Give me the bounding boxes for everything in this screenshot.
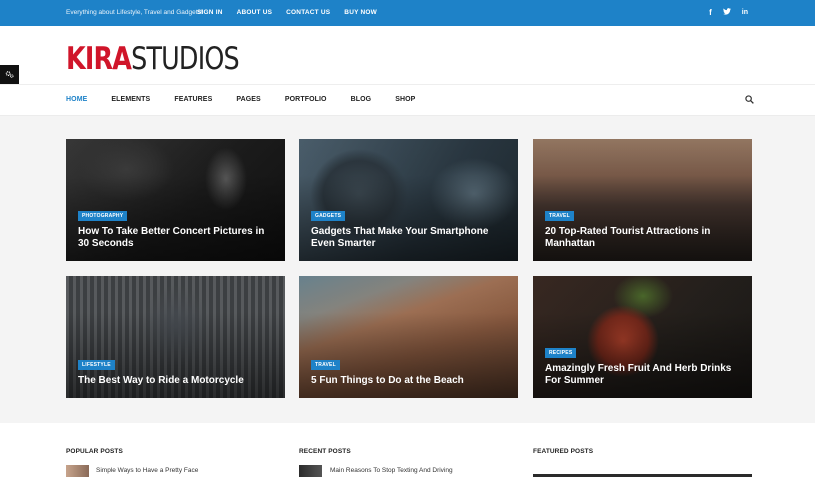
logo-part1: KIRA: [66, 41, 132, 77]
post-title[interactable]: 20 Top-Rated Tourist Attractions in Manh…: [545, 226, 745, 250]
post-title[interactable]: Gadgets That Make Your Smartphone Even S…: [311, 226, 511, 250]
post-card[interactable]: TRAVEL 20 Top-Rated Tourist Attractions …: [533, 139, 752, 261]
linkedin-icon[interactable]: in: [742, 8, 748, 17]
category-badge[interactable]: TRAVEL: [311, 360, 340, 370]
popular-post-thumb[interactable]: [66, 465, 89, 477]
search-icon[interactable]: [745, 95, 754, 104]
recent-posts-title: RECENT POSTS: [299, 448, 351, 455]
nav-item-features[interactable]: FEATURES: [174, 96, 212, 103]
popular-post-link[interactable]: Simple Ways to Have a Pretty Face: [96, 467, 198, 474]
buy-now-link[interactable]: BUY NOW: [344, 9, 377, 16]
site-header: KIRASTUDIOS HOME ELEMENTS FEATURES PAGES…: [0, 26, 815, 116]
widgets-area: POPULAR POSTS Simple Ways to Have a Pret…: [0, 423, 815, 477]
contact-us-link[interactable]: CONTACT US: [286, 9, 330, 16]
post-title[interactable]: How To Take Better Concert Pictures in 3…: [78, 226, 278, 250]
nav-item-blog[interactable]: BLOG: [351, 96, 372, 103]
featured-posts-title: FEATURED POSTS: [533, 448, 594, 455]
category-badge[interactable]: PHOTOGRAPHY: [78, 211, 128, 221]
social-links: f in: [709, 8, 748, 17]
post-card[interactable]: GADGETS Gadgets That Make Your Smartphon…: [299, 139, 518, 261]
site-logo[interactable]: KIRASTUDIOS: [66, 41, 240, 77]
top-links: SIGN IN ABOUT US CONTACT US BUY NOW: [197, 9, 377, 16]
nav-item-home[interactable]: HOME: [66, 96, 87, 103]
post-title[interactable]: 5 Fun Things to Do at the Beach: [311, 375, 511, 387]
featured-grid: PHOTOGRAPHY How To Take Better Concert P…: [66, 139, 752, 398]
category-badge[interactable]: LIFESTYLE: [78, 360, 115, 370]
sign-in-link[interactable]: SIGN IN: [197, 9, 223, 16]
facebook-icon[interactable]: f: [709, 8, 712, 17]
post-title[interactable]: Amazingly Fresh Fruit And Herb Drinks Fo…: [545, 363, 745, 387]
recent-post-link[interactable]: Main Reasons To Stop Texting And Driving: [330, 467, 453, 474]
post-card[interactable]: RECIPES Amazingly Fresh Fruit And Herb D…: [533, 276, 752, 398]
popular-posts-title: POPULAR POSTS: [66, 448, 123, 455]
nav-item-portfolio[interactable]: PORTFOLIO: [285, 96, 327, 103]
nav-item-shop[interactable]: SHOP: [395, 96, 415, 103]
top-bar: Everything about Lifestyle, Travel and G…: [0, 0, 815, 26]
category-badge[interactable]: RECIPES: [545, 348, 577, 358]
category-badge[interactable]: TRAVEL: [545, 211, 574, 221]
post-card[interactable]: PHOTOGRAPHY How To Take Better Concert P…: [66, 139, 285, 261]
nav-item-elements[interactable]: ELEMENTS: [111, 96, 150, 103]
logo-part2: STUDIOS: [131, 41, 240, 77]
post-card[interactable]: TRAVEL 5 Fun Things to Do at the Beach: [299, 276, 518, 398]
post-title[interactable]: The Best Way to Ride a Motorcycle: [78, 375, 278, 387]
gear-icon: [5, 71, 14, 78]
category-badge[interactable]: GADGETS: [311, 211, 346, 221]
header-divider: [0, 84, 815, 85]
about-us-link[interactable]: ABOUT US: [237, 9, 273, 16]
main-nav: HOME ELEMENTS FEATURES PAGES PORTFOLIO B…: [66, 96, 439, 103]
recent-post-thumb[interactable]: [299, 465, 322, 477]
nav-item-pages[interactable]: PAGES: [236, 96, 261, 103]
post-card[interactable]: LIFESTYLE The Best Way to Ride a Motorcy…: [66, 276, 285, 398]
twitter-icon[interactable]: [722, 8, 731, 17]
site-tagline: Everything about Lifestyle, Travel and G…: [66, 9, 203, 16]
settings-toggle[interactable]: [0, 65, 19, 84]
